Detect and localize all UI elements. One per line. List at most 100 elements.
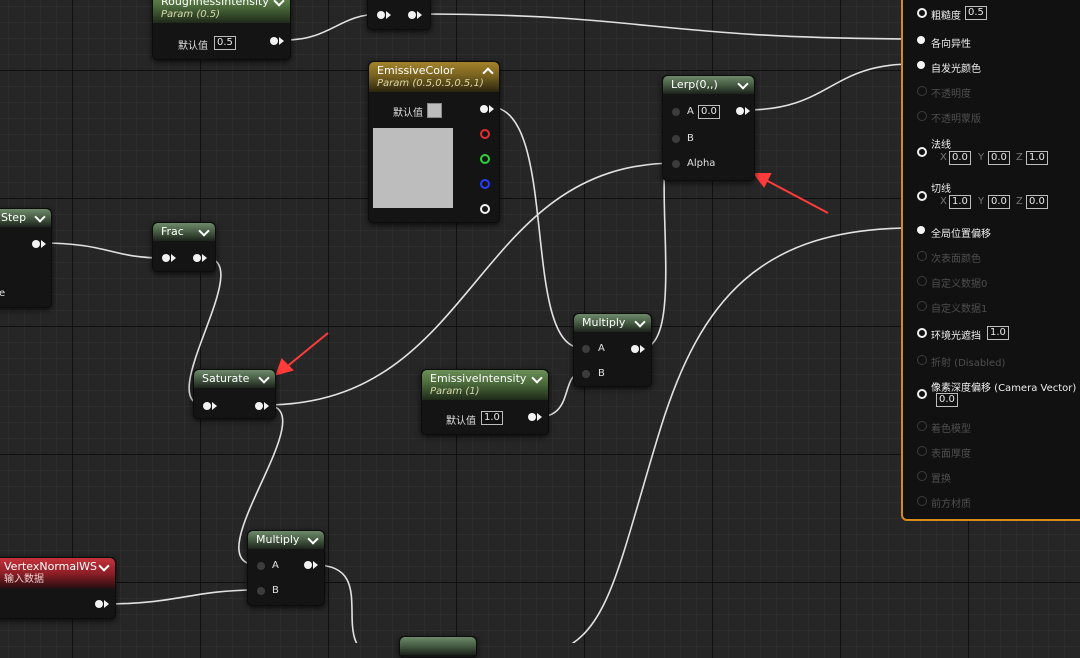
color-swatch-small[interactable] <box>427 103 442 118</box>
node-header[interactable]: Lerp(0,,) <box>663 76 754 94</box>
input-pin-b[interactable] <box>582 370 590 378</box>
output-pin[interactable] <box>193 254 201 262</box>
collapse-chevron-icon[interactable] <box>200 224 208 242</box>
output-pin[interactable] <box>270 37 278 45</box>
output-arrow-icon <box>640 345 645 353</box>
output-pin[interactable] <box>631 345 639 353</box>
node-header[interactable]: Multiply <box>574 314 651 332</box>
collapse-chevron-icon[interactable] <box>275 0 283 10</box>
node-header[interactable]: Multiply <box>248 531 324 549</box>
input-pin-opacity-mask[interactable] <box>917 111 927 121</box>
wire-reroute-to-anisotropy <box>417 13 913 40</box>
pin-a-value-field[interactable]: 0.0 <box>698 105 720 119</box>
normal-z-axis-label: Z <box>1016 152 1023 163</box>
output-pin[interactable] <box>304 561 312 569</box>
reroute-node[interactable] <box>367 0 431 30</box>
input-pin-displacement[interactable] <box>917 471 927 481</box>
input-pin-roughness[interactable] <box>917 8 927 18</box>
input-pin-b[interactable] <box>257 587 265 595</box>
input-pin-front-material[interactable] <box>917 496 927 506</box>
input-pin-b[interactable] <box>672 135 680 143</box>
input-pin-custom0[interactable] <box>917 276 927 286</box>
input-pin[interactable] <box>377 11 385 19</box>
node-title: Multiply <box>582 316 626 329</box>
default-value-field[interactable]: 1.0 <box>481 411 503 425</box>
normal-y-field[interactable]: 0.0 <box>988 151 1010 165</box>
tangent-y-field[interactable]: 0.0 <box>988 195 1010 209</box>
node-header[interactable]: Frac <box>153 223 215 241</box>
node-header[interactable]: VertexNormalWS 输入数据 <box>0 558 115 588</box>
node-header[interactable]: EmissiveColor Param (0.5,0.5,0.5,1) <box>369 62 499 92</box>
input-pin[interactable] <box>162 254 170 262</box>
node-header[interactable]: EmissiveIntensity Param (1) <box>422 370 548 400</box>
input-pin-a[interactable] <box>582 345 590 353</box>
input-pin-normal[interactable] <box>917 147 927 157</box>
normal-z-field[interactable]: 1.0 <box>1026 151 1048 165</box>
roughness-value-field[interactable]: 0.5 <box>965 6 987 20</box>
pixel-depth-offset-value-field[interactable]: 0.0 <box>936 393 958 407</box>
input-pin-emissive[interactable] <box>917 61 925 69</box>
input-pin-shading-model[interactable] <box>917 421 927 431</box>
tangent-x-field[interactable]: 1.0 <box>949 195 971 209</box>
input-pin[interactable] <box>203 402 211 410</box>
lerp-node[interactable]: Lerp(0,,) A 0.0 B Alpha <box>662 75 755 181</box>
material-output-panel[interactable]: 粗糙度 0.5 各向异性 自发光颜色 不透明度 不透明蒙版 法线 X 0.0 Y… <box>901 0 1080 521</box>
output-pin-a[interactable] <box>480 204 490 214</box>
output-arrow-icon <box>202 254 207 262</box>
collapse-chevron-icon[interactable] <box>100 559 108 575</box>
output-pin-r[interactable] <box>480 129 490 139</box>
multiply-node-emissive[interactable]: Multiply A B <box>573 313 652 387</box>
output-pin-b[interactable] <box>480 179 490 189</box>
saturate-node[interactable]: Saturate <box>193 369 276 419</box>
input-pin-opacity[interactable] <box>917 86 927 96</box>
displacement-label: 置换 <box>931 474 951 485</box>
collapse-chevron-icon[interactable] <box>484 63 492 82</box>
input-pin-a[interactable] <box>257 562 265 570</box>
output-pin[interactable] <box>408 11 416 19</box>
node-title: EmissiveColor <box>377 64 455 77</box>
input-pin-surface-thickness[interactable] <box>917 446 927 456</box>
output-pin-g[interactable] <box>480 154 490 164</box>
collapse-chevron-icon[interactable] <box>36 210 44 228</box>
collapse-chevron-icon[interactable] <box>260 371 268 389</box>
input-pin-ao[interactable] <box>917 328 927 338</box>
output-pin[interactable] <box>95 600 103 608</box>
node-header[interactable]: RoughnessIntensity Param (0.5) <box>153 0 290 23</box>
output-pin[interactable] <box>528 413 536 421</box>
step-node[interactable]: Step e <box>0 208 52 308</box>
partial-node-bottom[interactable] <box>399 636 477 658</box>
node-header[interactable]: Saturate <box>194 370 275 388</box>
default-value-field[interactable]: 0.5 <box>214 36 236 50</box>
roughness-intensity-node[interactable]: RoughnessIntensity Param (0.5) 默认值 0.5 <box>152 0 291 60</box>
multiply-node-normal[interactable]: Multiply A B <box>247 530 325 606</box>
ambient-occlusion-value-field[interactable]: 1.0 <box>987 326 1009 340</box>
node-header[interactable]: Step <box>0 209 51 227</box>
emissive-intensity-node[interactable]: EmissiveIntensity Param (1) 默认值 1.0 <box>421 369 549 435</box>
wire-lerp-to-emissive <box>745 63 913 111</box>
output-arrow-icon <box>279 37 284 45</box>
collapse-chevron-icon[interactable] <box>309 532 317 550</box>
output-pin[interactable] <box>32 240 40 248</box>
tangent-z-field[interactable]: 0.0 <box>1026 195 1048 209</box>
collapse-chevron-icon[interactable] <box>636 315 644 333</box>
emissive-color-node[interactable]: EmissiveColor Param (0.5,0.5,0.5,1) 默认值 <box>368 61 500 223</box>
input-pin-alpha[interactable] <box>672 160 680 168</box>
input-pin-subsurface[interactable] <box>917 251 927 261</box>
input-pin-pixel-depth-offset[interactable] <box>917 389 927 399</box>
input-pin-world-position-offset[interactable] <box>917 226 925 234</box>
frac-node[interactable]: Frac <box>152 222 216 272</box>
output-pin[interactable] <box>736 107 744 115</box>
input-pin-refraction[interactable] <box>917 355 927 365</box>
output-pin[interactable] <box>255 402 263 410</box>
input-pin-anisotropy[interactable] <box>917 36 925 44</box>
node-header[interactable] <box>400 637 476 655</box>
normal-x-field[interactable]: 0.0 <box>949 151 971 165</box>
collapse-chevron-icon[interactable] <box>739 77 747 95</box>
output-pin-rgb[interactable] <box>480 105 488 113</box>
collapse-chevron-icon[interactable] <box>533 371 541 387</box>
red-arrow-lerp <box>761 177 829 214</box>
input-pin-a[interactable] <box>672 108 680 116</box>
input-pin-custom1[interactable] <box>917 301 927 311</box>
input-pin-tangent[interactable] <box>917 191 927 201</box>
vertex-normal-ws-node[interactable]: VertexNormalWS 输入数据 <box>0 557 116 619</box>
